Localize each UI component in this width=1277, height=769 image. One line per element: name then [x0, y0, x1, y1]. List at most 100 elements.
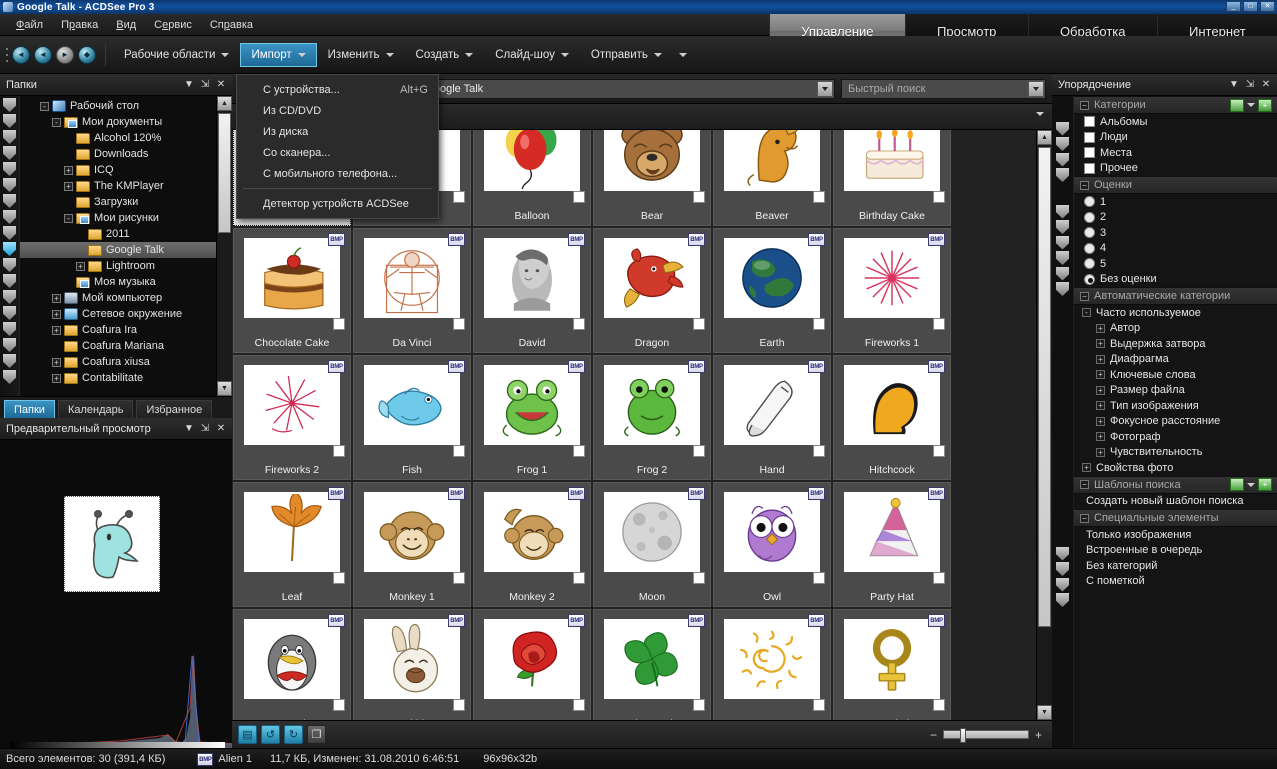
thumbnail-item[interactable]: BMPSymbol	[833, 609, 951, 720]
thumbnail-item[interactable]: BMP Monkey 1	[353, 482, 471, 607]
organize-item[interactable]: + Выдержка затвора	[1074, 336, 1277, 352]
organize-section-header[interactable]: − Категории +	[1074, 96, 1277, 114]
close-icon[interactable]: ✕	[214, 78, 228, 92]
rotate-preview-icon[interactable]: ▤	[238, 725, 257, 744]
folder-flag-icon[interactable]	[3, 226, 16, 240]
folder-flag-icon[interactable]	[3, 130, 16, 144]
folder-flag-icon[interactable]	[3, 178, 16, 192]
expand-icon[interactable]: +	[1096, 354, 1105, 364]
close-button[interactable]: ✕	[1260, 1, 1275, 12]
folder-tree-item[interactable]: + Coafura xiusa	[20, 354, 216, 370]
menu-edit[interactable]: Правка	[53, 16, 106, 34]
chevron-down-icon[interactable]: ▼	[182, 78, 196, 92]
scroll-up-icon[interactable]: ▲	[1037, 130, 1052, 145]
folder-flag-icon[interactable]	[3, 162, 16, 176]
thumbnail-item[interactable]: BMPBalloon	[473, 130, 591, 226]
home-icon[interactable]: ◆	[78, 45, 96, 64]
organize-item[interactable]: + Фокусное расстояние	[1074, 414, 1277, 430]
edit-button[interactable]: Изменить	[317, 43, 405, 67]
folder-flag-icon[interactable]	[3, 210, 16, 224]
thumbnail-item[interactable]: BMP Frog 1	[473, 355, 591, 480]
thumbnail-checkbox[interactable]	[453, 318, 465, 330]
thumbnail-item[interactable]: BMP Dragon	[593, 228, 711, 353]
radio-button[interactable]	[1084, 227, 1095, 239]
folder-flag-icon[interactable]	[3, 98, 16, 112]
grid-scrollbar[interactable]: ▲ ▼	[1036, 130, 1052, 720]
rotate-left-icon[interactable]: ↺	[261, 725, 280, 744]
thumbnail-checkbox[interactable]	[933, 572, 945, 584]
folder-flag-icon[interactable]	[3, 290, 16, 304]
thumbnail-checkbox[interactable]	[693, 191, 705, 203]
thumbnail-item[interactable]: BMPPenguin	[233, 609, 351, 720]
folder-flag-icon[interactable]	[3, 114, 16, 128]
item-flag-icon[interactable]	[1056, 152, 1069, 167]
collapse-icon[interactable]: −	[1080, 180, 1089, 190]
minimize-button[interactable]: _	[1226, 1, 1241, 12]
preview-pane[interactable]	[0, 440, 232, 748]
pin-icon[interactable]: ⇲	[1243, 78, 1257, 92]
book-icon[interactable]	[1230, 478, 1244, 491]
import-menu-item[interactable]: С устройства... Alt+G	[237, 79, 438, 100]
toolbar-overflow-icon[interactable]	[678, 52, 687, 57]
organize-item[interactable]: Встроенные в очередь	[1074, 543, 1277, 559]
thumbnail-item[interactable]: BMPBirthday Cake	[833, 130, 951, 226]
folder-tree-item[interactable]: + Contabilitate	[20, 370, 216, 386]
thumbnail-item[interactable]: BMPShamrock	[593, 609, 711, 720]
item-flag-icon[interactable]	[1056, 204, 1069, 219]
organize-item[interactable]: + Диафрагма	[1074, 352, 1277, 368]
scroll-up-icon[interactable]: ▲	[217, 96, 232, 111]
add-search-template-icon[interactable]: +	[1258, 478, 1272, 491]
checkbox[interactable]	[1084, 131, 1095, 143]
collapse-icon[interactable]: −	[1080, 513, 1089, 523]
organize-item[interactable]: С пометкой	[1074, 574, 1277, 590]
folder-tree-item[interactable]: + ICQ	[20, 162, 216, 178]
organize-item[interactable]: Альбомы	[1074, 114, 1277, 130]
search-input[interactable]: Быстрый поиск	[841, 78, 1046, 99]
zoom-handle[interactable]	[959, 728, 966, 743]
thumbnail-checkbox[interactable]	[693, 699, 705, 711]
folder-tree-item[interactable]: + Coafura Ira	[20, 322, 216, 338]
organize-item[interactable]: + Ключевые слова	[1074, 367, 1277, 383]
thumbnail-item[interactable]: BMPRabbit	[353, 609, 471, 720]
thumbnail-checkbox[interactable]	[453, 191, 465, 203]
thumbnail-checkbox[interactable]	[693, 318, 705, 330]
thumbnail-item[interactable]: BMP Fireworks 1	[833, 228, 951, 353]
radio-button[interactable]	[1084, 273, 1095, 285]
thumbnail-item[interactable]: BMP Party Hat	[833, 482, 951, 607]
thumbnail-item[interactable]: BMPSun	[713, 609, 831, 720]
zoom-in-icon[interactable]: +	[1035, 728, 1042, 742]
thumbnail-checkbox[interactable]	[333, 572, 345, 584]
expand-icon[interactable]: +	[1096, 339, 1105, 349]
thumbnail-checkbox[interactable]	[333, 318, 345, 330]
thumbnail-item[interactable]: BMPRose	[473, 609, 591, 720]
thumbnail-item[interactable]: BMPBeaver	[713, 130, 831, 226]
expand-icon[interactable]: +	[76, 261, 85, 271]
thumbnail-item[interactable]: BMP Frog 2	[593, 355, 711, 480]
radio-button[interactable]	[1084, 258, 1095, 270]
thumbnail-item[interactable]: BMP Fish	[353, 355, 471, 480]
folder-flag-icon[interactable]	[3, 354, 16, 368]
expand-icon[interactable]: +	[1096, 401, 1105, 411]
item-flag-icon[interactable]	[1056, 577, 1069, 592]
organize-section-header[interactable]: − Автоматические категории	[1074, 287, 1277, 305]
organize-item[interactable]: 3	[1074, 225, 1277, 241]
expand-icon[interactable]: +	[1096, 323, 1105, 333]
thumbnail-checkbox[interactable]	[333, 445, 345, 457]
item-flag-icon[interactable]	[1056, 562, 1069, 576]
folder-flag-icon[interactable]	[3, 258, 16, 272]
maximize-button[interactable]: □	[1243, 1, 1258, 12]
thumbnail-checkbox[interactable]	[933, 699, 945, 711]
folder-flag-icon[interactable]	[3, 370, 16, 384]
pin-icon[interactable]: ⇲	[198, 422, 212, 436]
collapse-icon[interactable]: -	[40, 101, 49, 111]
thumbnail-checkbox[interactable]	[813, 191, 825, 203]
folder-tree-item[interactable]: + The KMPlayer	[20, 178, 216, 194]
item-flag-icon[interactable]	[1056, 235, 1069, 250]
thumbnail-checkbox[interactable]	[693, 445, 705, 457]
expand-icon[interactable]: +	[1082, 463, 1091, 473]
radio-button[interactable]	[1084, 242, 1095, 254]
organize-item[interactable]: Люди	[1074, 130, 1277, 146]
folder-tree-item[interactable]: + Lightroom	[20, 258, 216, 274]
organize-item[interactable]: + Размер файла	[1074, 383, 1277, 399]
organize-item[interactable]: + Тип изображения	[1074, 398, 1277, 414]
